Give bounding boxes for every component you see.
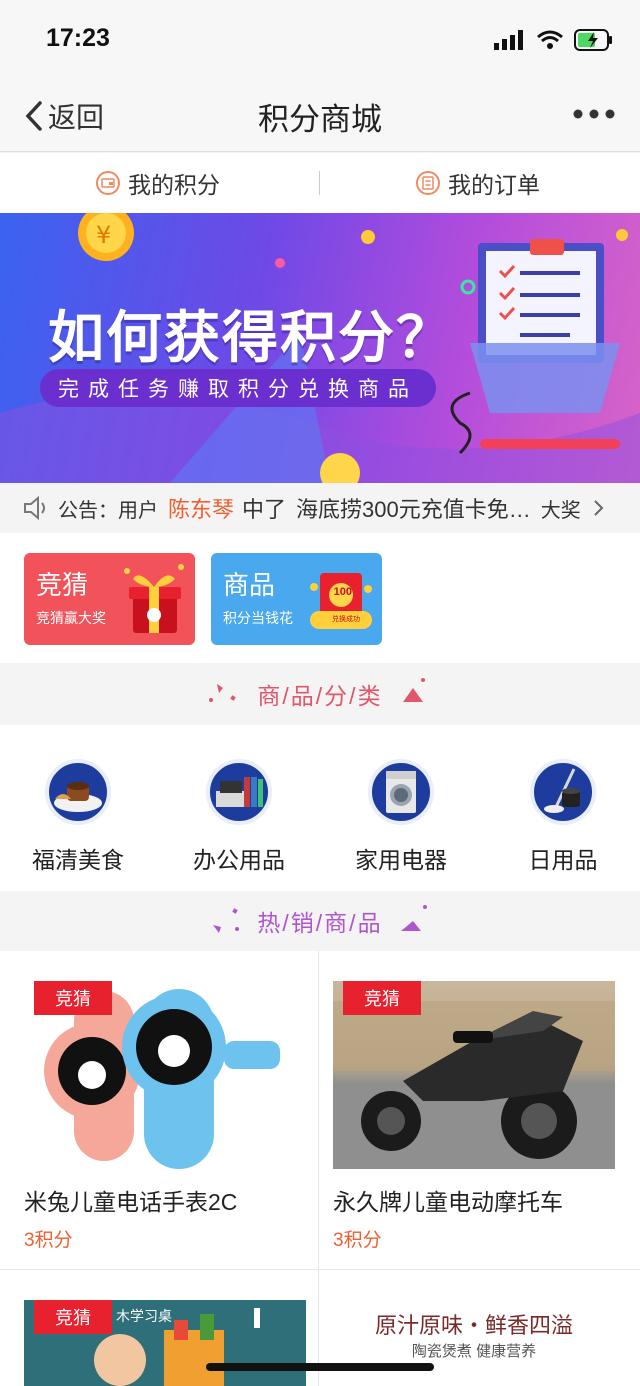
- appliance-icon: [368, 759, 434, 825]
- notice-middle: 中了: [242, 497, 287, 522]
- nav-bar: 返回 积分商城: [0, 80, 640, 152]
- desk-image-title: 木学习桌: [116, 1308, 172, 1324]
- category-daily[interactable]: 日用品: [483, 759, 640, 875]
- tab-my-points[interactable]: 我的积分: [96, 153, 220, 213]
- product-image-subtitle: 陶瓷煲煮 健康营养: [411, 1343, 537, 1360]
- home-indicator[interactable]: [206, 1363, 434, 1371]
- tab-my-orders[interactable]: 我的订单: [416, 153, 540, 213]
- grid-divider-horizontal: [0, 1269, 640, 1270]
- more-icon[interactable]: [572, 102, 616, 126]
- status-bar: 17:23: [0, 0, 640, 80]
- hot-section-title: 热/销/商/品: [257, 910, 383, 936]
- goods-card-badge: 100: [333, 586, 352, 598]
- notice-prize: 海底捞300元充值卡免…: [296, 497, 531, 522]
- chevron-right-icon: [594, 500, 604, 516]
- guess-card-subtitle: 竞猜赢大奖: [36, 610, 106, 626]
- category-office[interactable]: 办公用品: [159, 759, 319, 875]
- signal-icon: [494, 30, 523, 50]
- confetti-left-icon: [209, 684, 237, 702]
- promo-banner[interactable]: ¥ 如何获得积分？ 完成任务赚取积分兑换商品: [0, 213, 640, 483]
- daily-icon: [530, 759, 596, 825]
- product-points: 3积分: [24, 1230, 73, 1251]
- confetti-right-icon: [400, 905, 427, 931]
- goods-card[interactable]: 商品 积分当钱花 100 兑换成功: [211, 553, 382, 645]
- product-image-title: 原汁原味・鲜香四溢: [374, 1313, 573, 1338]
- status-time: 17:23: [46, 24, 110, 52]
- guess-tag: 竞猜: [34, 1300, 112, 1334]
- product-name: 米兔儿童电话手表2C: [24, 1189, 238, 1215]
- status-icons: [494, 28, 614, 52]
- entry-cards: 竞猜 竞猜赢大奖 商品 积分当钱花 100 兑换成功: [0, 533, 640, 663]
- banner-subtitle: 完成任务赚取积分兑换商品: [40, 369, 436, 407]
- category-office-label: 办公用品: [193, 847, 285, 873]
- goods-card-subtitle: 积分当钱花: [223, 610, 293, 626]
- red-envelope-icon: [310, 573, 372, 629]
- svg-text:¥: ¥: [96, 221, 111, 249]
- notice-user: 陈东琴: [168, 497, 235, 522]
- notice-suffix: 大奖: [540, 499, 581, 522]
- product-grid: 竞猜 米兔儿童电话手表2C 3积分 竞猜 永久牌儿童电动摩托车 3积分 竞猜 木…: [0, 951, 640, 1386]
- product-image: 竞猜 木学习桌: [24, 1300, 306, 1386]
- gift-icon: [124, 564, 184, 633]
- category-food-label: 福清美食: [32, 847, 124, 873]
- grid-divider-vertical: [318, 951, 319, 1386]
- category-appliance[interactable]: 家用电器: [321, 759, 481, 875]
- category-appliance-label: 家用电器: [355, 847, 447, 873]
- category-food[interactable]: 福清美食: [0, 759, 158, 875]
- banner-title: 如何获得积分？: [48, 306, 454, 369]
- speaker-icon: [24, 496, 45, 520]
- product-points: 3积分: [333, 1230, 382, 1251]
- guess-card[interactable]: 竞猜 竞猜赢大奖: [24, 553, 195, 645]
- product-image: 竞猜: [333, 981, 615, 1169]
- product-card[interactable]: 竞猜 米兔儿童电话手表2C 3积分: [24, 981, 306, 1252]
- notice-bar[interactable]: 公告：用户 陈东琴 中了 海底捞300元充值卡免… 大奖: [0, 483, 640, 533]
- product-name: 永久牌儿童电动摩托车: [333, 1189, 563, 1215]
- confetti-right-icon: [402, 678, 425, 702]
- hot-section-header: 热/销/商/品: [0, 891, 640, 951]
- product-image: 竞猜: [24, 981, 306, 1169]
- battery-icon: [574, 29, 612, 51]
- tab-divider: [319, 171, 320, 195]
- tab-my-orders-label: 我的订单: [448, 172, 540, 198]
- category-section-header: 商/品/分/类: [0, 664, 640, 724]
- page-title: 积分商城: [258, 102, 382, 137]
- product-image: 原汁原味・鲜香四溢 陶瓷煲煮 健康营养: [333, 1300, 615, 1386]
- product-card[interactable]: 竞猜 永久牌儿童电动摩托车 3积分: [333, 981, 615, 1252]
- category-list: 福清美食 办公用品 家用电器 日用品: [0, 725, 640, 891]
- goods-card-title: 商品: [223, 570, 276, 600]
- category-section-title: 商/品/分/类: [257, 683, 383, 709]
- tab-my-points-label: 我的积分: [128, 172, 220, 198]
- product-card[interactable]: 竞猜 木学习桌: [24, 1300, 306, 1386]
- notice-prefix: 公告：用户: [58, 499, 158, 522]
- office-icon: [206, 759, 272, 825]
- wifi-icon: [537, 30, 563, 49]
- guess-card-title: 竞猜: [36, 570, 89, 600]
- points-tabs: 我的积分 我的订单: [0, 153, 640, 213]
- order-icon: [416, 171, 440, 195]
- food-icon: [45, 759, 111, 825]
- confetti-left-icon: [213, 908, 240, 933]
- category-daily-label: 日用品: [528, 847, 598, 873]
- guess-tag: 竞猜: [343, 981, 421, 1015]
- product-card[interactable]: 原汁原味・鲜香四溢 陶瓷煲煮 健康营养: [333, 1300, 615, 1386]
- guess-tag: 竞猜: [34, 981, 112, 1015]
- wallet-icon: [96, 171, 120, 195]
- goods-card-badge-text: 兑换成功: [332, 616, 360, 623]
